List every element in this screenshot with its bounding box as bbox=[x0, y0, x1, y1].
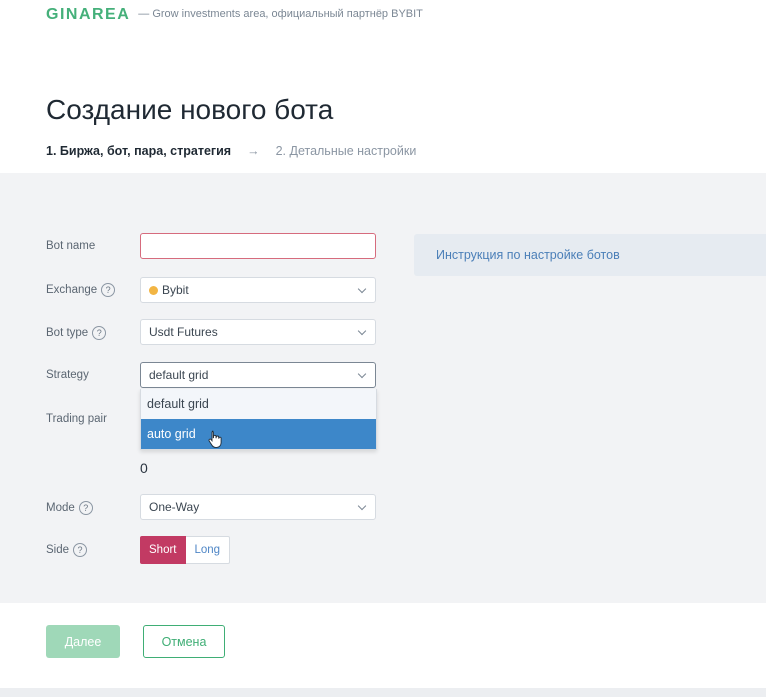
mode-label: Mode ? bbox=[46, 501, 93, 515]
strategy-label: Strategy bbox=[46, 369, 89, 381]
exchange-select[interactable]: Bybit bbox=[140, 277, 376, 303]
help-icon[interactable]: ? bbox=[101, 283, 116, 297]
chevron-down-icon bbox=[357, 284, 367, 294]
chevron-down-icon bbox=[357, 326, 367, 336]
cancel-button[interactable]: Отмена bbox=[143, 625, 225, 658]
footer-strip bbox=[0, 688, 766, 697]
chevron-down-icon bbox=[357, 501, 367, 511]
exchange-label-text: Exchange bbox=[46, 284, 98, 296]
bot-type-value: Usdt Futures bbox=[149, 325, 218, 339]
instructions-link[interactable]: Инструкция по настройке ботов bbox=[436, 248, 620, 262]
side-toggle: Short Long bbox=[140, 536, 231, 564]
mode-label-text: Mode bbox=[46, 502, 75, 514]
side-short-button[interactable]: Short bbox=[140, 536, 186, 564]
trading-pair-value: 0 bbox=[140, 460, 148, 476]
bot-type-select[interactable]: Usdt Futures bbox=[140, 319, 376, 345]
chevron-down-icon bbox=[357, 369, 367, 379]
strategy-select[interactable]: default grid bbox=[140, 362, 376, 388]
trading-pair-label-text: Trading pair bbox=[46, 413, 107, 425]
hand-cursor-icon bbox=[208, 430, 222, 448]
exchange-label: Exchange ? bbox=[46, 283, 116, 297]
header-tagline: — Grow investments area, официальный пар… bbox=[138, 8, 423, 20]
bot-name-input[interactable] bbox=[140, 233, 376, 259]
bot-type-label-text: Bot type bbox=[46, 327, 89, 339]
strategy-dropdown: default grid auto grid bbox=[140, 389, 377, 450]
page-title: Создание нового бота bbox=[46, 94, 334, 125]
mode-value: One-Way bbox=[149, 500, 200, 514]
step-1: 1. Биржа, бот, пара, стратегия bbox=[46, 144, 232, 158]
strategy-option-auto-grid[interactable]: auto grid bbox=[141, 419, 376, 449]
trading-pair-label: Trading pair bbox=[46, 413, 107, 425]
ginarea-logo[interactable]: GINAREA bbox=[46, 6, 130, 24]
next-button[interactable]: Далее bbox=[46, 625, 120, 658]
bot-name-label-text: Bot name bbox=[46, 240, 96, 252]
bot-type-label: Bot type ? bbox=[46, 326, 107, 340]
step-arrow: → bbox=[247, 144, 260, 158]
help-icon[interactable]: ? bbox=[73, 543, 88, 557]
mode-select[interactable]: One-Way bbox=[140, 494, 376, 520]
side-long-button[interactable]: Long bbox=[185, 536, 231, 564]
bot-name-label: Bot name bbox=[46, 240, 95, 252]
side-label: Side ? bbox=[46, 543, 88, 557]
wizard-steps: 1. Биржа, бот, пара, стратегия → 2. Дета… bbox=[46, 144, 416, 158]
exchange-value: Bybit bbox=[162, 283, 189, 297]
instructions-box: Инструкция по настройке ботов bbox=[414, 234, 766, 276]
header: GINAREA — Grow investments area, официал… bbox=[46, 6, 423, 24]
strategy-option-default-grid[interactable]: default grid bbox=[141, 389, 376, 419]
side-label-text: Side bbox=[46, 544, 70, 556]
bybit-coin-icon bbox=[149, 285, 158, 295]
help-icon[interactable]: ? bbox=[92, 326, 107, 340]
strategy-value: default grid bbox=[149, 368, 209, 382]
help-icon[interactable]: ? bbox=[78, 501, 93, 515]
strategy-label-text: Strategy bbox=[46, 369, 89, 381]
step-2[interactable]: 2. Детальные настройки bbox=[276, 144, 417, 158]
